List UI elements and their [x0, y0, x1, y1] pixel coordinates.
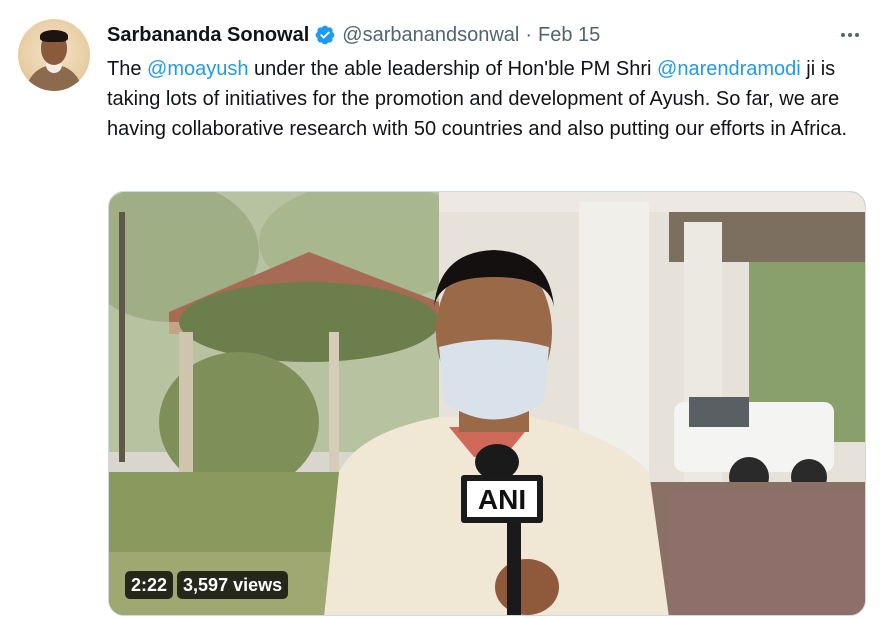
video-stats: 2:22 3,597 views — [125, 571, 289, 599]
avatar[interactable] — [18, 19, 90, 91]
author-name[interactable]: Sarbananda Sonowal — [107, 24, 309, 47]
verified-badge-icon — [314, 24, 336, 46]
author-handle[interactable]: @sarbanandsonwal — [342, 24, 519, 47]
tweet-text: The @moayush under the able leadership o… — [107, 54, 867, 144]
avatar-hair — [40, 30, 68, 42]
video-thumbnail: ANI — [109, 192, 865, 615]
mic-flag-label: ANI — [478, 484, 526, 515]
mention-link-moayush[interactable]: @moayush — [147, 58, 248, 80]
video-player[interactable]: ANI 2:22 3,597 views — [108, 191, 866, 616]
header-separator: · — [525, 23, 533, 46]
tweet-date[interactable]: Feb 15 — [538, 24, 600, 47]
video-duration: 2:22 — [125, 571, 174, 599]
tweet-text-part: under the able leadership of Hon'ble PM … — [248, 58, 658, 80]
video-view-count: 3,597 views — [177, 571, 289, 599]
tweet-text-part: The — [107, 58, 148, 80]
tweet-header: Sarbananda Sonowal @sarbanandsonwal · Fe… — [107, 22, 864, 48]
more-options-icon[interactable] — [836, 22, 864, 48]
mention-link-narendramodi[interactable]: @narendramodi — [657, 58, 801, 80]
